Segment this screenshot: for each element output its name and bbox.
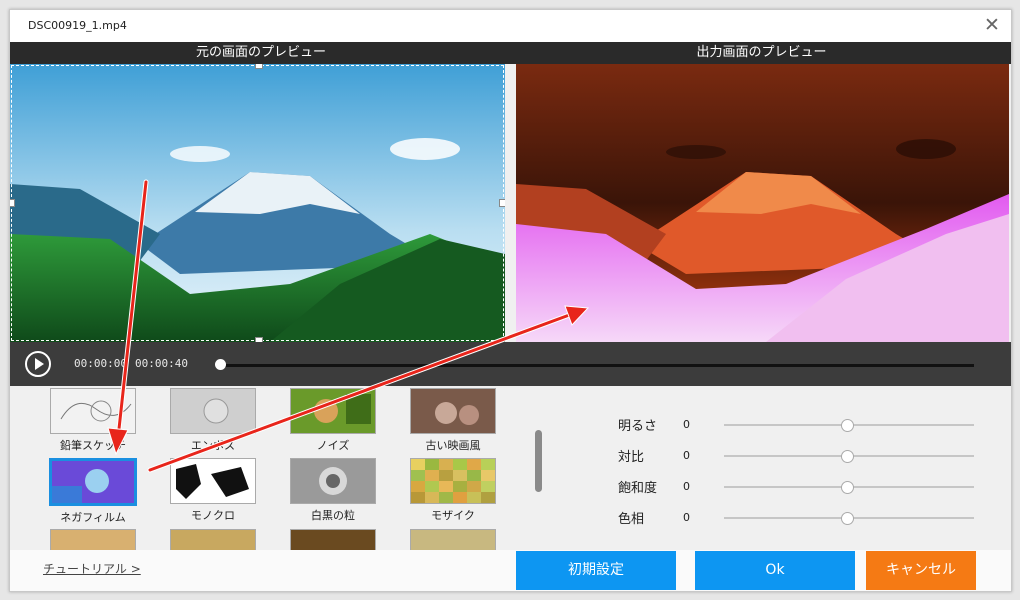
negative-film-thumb [49, 458, 137, 506]
contrast-value: 0 [683, 449, 690, 462]
current-time: 00:00:00 [74, 357, 127, 370]
crop-handle[interactable] [10, 199, 15, 207]
partial-thumb [170, 529, 256, 550]
filter-label: 鉛筆スケッチ [60, 439, 126, 452]
filter-grid: 鉛筆スケッチ エンボス ノイズ 古い映画風 ネガフィルム モノクロ 白黒の粒 モ… [10, 386, 520, 550]
filter-item-old-film[interactable]: 古い映画風 [407, 388, 499, 453]
filter-item-mosaic[interactable]: モザイク [407, 458, 499, 523]
partial-thumb [410, 529, 496, 550]
output-preview-title: 出力画面のプレビュー [512, 42, 1011, 64]
playback-bar: 00:00:00 00:00:40 [10, 342, 1011, 386]
hue-handle[interactable] [841, 512, 854, 525]
hue-value: 0 [683, 511, 690, 524]
original-preview[interactable] [10, 64, 505, 342]
filter-label: 古い映画風 [425, 439, 481, 452]
crop-handle[interactable] [255, 64, 263, 69]
seek-handle[interactable] [215, 359, 226, 370]
pencil-sketch-thumb [50, 388, 136, 434]
hue-label: 色相 [618, 512, 645, 527]
filter-item-pencil-sketch[interactable]: 鉛筆スケッチ [47, 388, 139, 453]
filter-item-partial[interactable] [47, 529, 139, 550]
filter-dialog: DSC00919_1.mp4 ✕ 元の画面のプレビュー 出力画面のプレビュー 0… [9, 9, 1012, 592]
filter-label: モノクロ [191, 509, 235, 522]
bw-grain-thumb [290, 458, 376, 504]
filter-label: モザイク [431, 509, 475, 522]
filter-item-bw-grain[interactable]: 白黒の粒 [287, 458, 379, 523]
ok-button[interactable]: Ok [695, 551, 855, 590]
window-title: DSC00919_1.mp4 [28, 19, 127, 32]
seek-track[interactable] [222, 364, 974, 367]
brightness-value: 0 [683, 418, 690, 431]
crop-handle[interactable] [499, 199, 505, 207]
filter-item-partial[interactable] [287, 529, 379, 550]
brightness-label: 明るさ [618, 419, 658, 434]
filter-item-partial[interactable] [407, 529, 499, 550]
partial-thumb [290, 529, 376, 550]
filter-label: ノイズ [316, 439, 350, 452]
emboss-thumb [170, 388, 256, 434]
filter-item-negative-film[interactable]: ネガフィルム [47, 458, 139, 525]
original-preview-title: 元の画面のプレビュー [10, 42, 512, 64]
partial-thumb [50, 529, 136, 550]
tutorial-link[interactable]: チュートリアル > [43, 560, 141, 577]
saturation-value: 0 [683, 480, 690, 493]
cancel-button[interactable]: キャンセル [866, 551, 976, 590]
monochrome-thumb [170, 458, 256, 504]
mosaic-thumb [410, 458, 496, 504]
filter-item-noise[interactable]: ノイズ [287, 388, 379, 453]
filter-scrollbar[interactable] [535, 430, 542, 492]
noise-thumb [290, 388, 376, 434]
filter-item-partial[interactable] [167, 529, 259, 550]
saturation-handle[interactable] [841, 481, 854, 494]
saturation-label: 飽和度 [618, 481, 658, 496]
footer: チュートリアル > 初期設定 Ok キャンセル [10, 550, 1011, 591]
filter-label: ネガフィルム [60, 511, 126, 524]
play-icon[interactable] [25, 351, 51, 377]
contrast-handle[interactable] [841, 450, 854, 463]
close-icon[interactable]: ✕ [981, 14, 1003, 36]
total-time: 00:00:40 [135, 357, 188, 370]
contrast-label: 対比 [618, 450, 645, 465]
title-bar: DSC00919_1.mp4 ✕ [10, 10, 1011, 42]
old-film-thumb [410, 388, 496, 434]
reset-button[interactable]: 初期設定 [516, 551, 676, 590]
filter-label: 白黒の粒 [311, 509, 355, 522]
brightness-handle[interactable] [841, 419, 854, 432]
output-preview [516, 64, 1009, 342]
filter-item-emboss[interactable]: エンボス [167, 388, 259, 453]
filter-label: エンボス [191, 439, 235, 452]
filter-item-monochrome[interactable]: モノクロ [167, 458, 259, 523]
